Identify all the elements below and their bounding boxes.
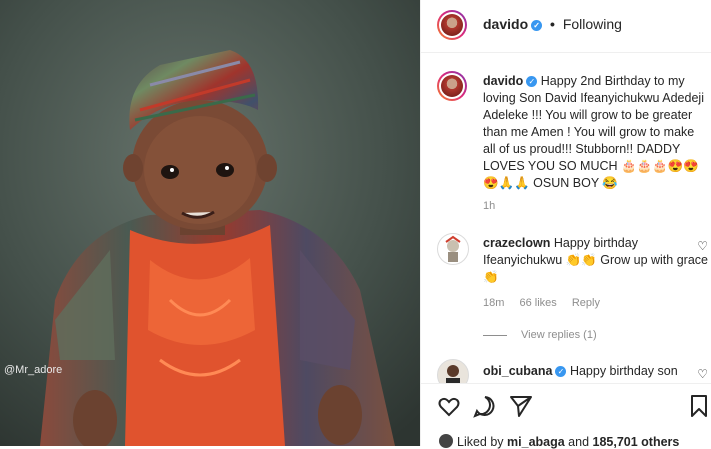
- share-icon[interactable]: [509, 394, 533, 418]
- comment-icon[interactable]: [473, 394, 497, 418]
- likes-count[interactable]: 185,701 others: [593, 435, 680, 449]
- comment-username[interactable]: crazeclown: [483, 236, 550, 250]
- bookmark-icon[interactable]: [687, 394, 711, 418]
- child-portrait-image: [0, 0, 420, 446]
- comment-likes[interactable]: 66 likes: [519, 297, 556, 309]
- post-header: davido ✓ • Following: [421, 0, 711, 53]
- comments-list[interactable]: davido ✓ Happy 2nd Birthday to my loving …: [421, 53, 711, 383]
- post-photo[interactable]: @Mr_adore: [0, 0, 420, 446]
- caption-text: davido ✓ Happy 2nd Birthday to my loving …: [483, 73, 708, 192]
- caption-username[interactable]: davido: [483, 74, 523, 88]
- comment-avatar[interactable]: [437, 233, 469, 265]
- comment-text: crazeclown Happy birthday Ifeanyichukwu …: [483, 235, 708, 286]
- likes-summary: Liked by mi_abaga and 185,701 others: [439, 434, 679, 449]
- verified-badge-icon: ✓: [526, 76, 538, 87]
- caption-body: Happy 2nd Birthday to my loving Son Davi…: [483, 74, 704, 190]
- view-replies-label: View replies (1): [521, 329, 597, 341]
- comment-time[interactable]: 18m: [483, 297, 504, 309]
- likes-mid: and: [564, 435, 593, 449]
- following-button[interactable]: Following: [563, 16, 622, 32]
- verified-badge-icon: ✓: [555, 366, 567, 377]
- comment-like-heart-icon[interactable]: ♡: [697, 367, 708, 381]
- replies-divider: [483, 334, 507, 336]
- comment-username[interactable]: obi_cubana: [483, 364, 552, 378]
- comment-body: Happy birthday son: [569, 364, 678, 378]
- comment-reply-button[interactable]: Reply: [572, 297, 600, 309]
- photo-watermark: @Mr_adore: [4, 364, 63, 376]
- post-actions: Liked by mi_abaga and 185,701 others: [421, 383, 711, 449]
- comment-like-heart-icon[interactable]: ♡: [697, 239, 708, 253]
- comment-text: obi_cubana ✓ Happy birthday son: [483, 363, 708, 380]
- author-avatar[interactable]: [437, 10, 467, 40]
- caption-time[interactable]: 1h: [483, 200, 495, 212]
- heart-icon[interactable]: [437, 394, 461, 418]
- caption-meta: 1h: [483, 200, 507, 212]
- author-username[interactable]: davido: [483, 16, 528, 32]
- caption-author-avatar[interactable]: [437, 71, 467, 101]
- comment-avatar[interactable]: [437, 359, 469, 383]
- separator: •: [550, 16, 555, 32]
- comment-meta: 18m 66 likes Reply: [483, 297, 612, 309]
- likes-prefix: Liked by: [457, 435, 508, 449]
- liker-username[interactable]: mi_abaga: [507, 435, 565, 449]
- view-replies-button[interactable]: View replies (1): [483, 329, 597, 341]
- author-line: davido ✓ • Following: [483, 16, 622, 32]
- post-side-panel: davido ✓ • Following davido ✓ Happy 2nd Bi…: [420, 0, 711, 449]
- verified-badge-icon: ✓: [531, 20, 543, 31]
